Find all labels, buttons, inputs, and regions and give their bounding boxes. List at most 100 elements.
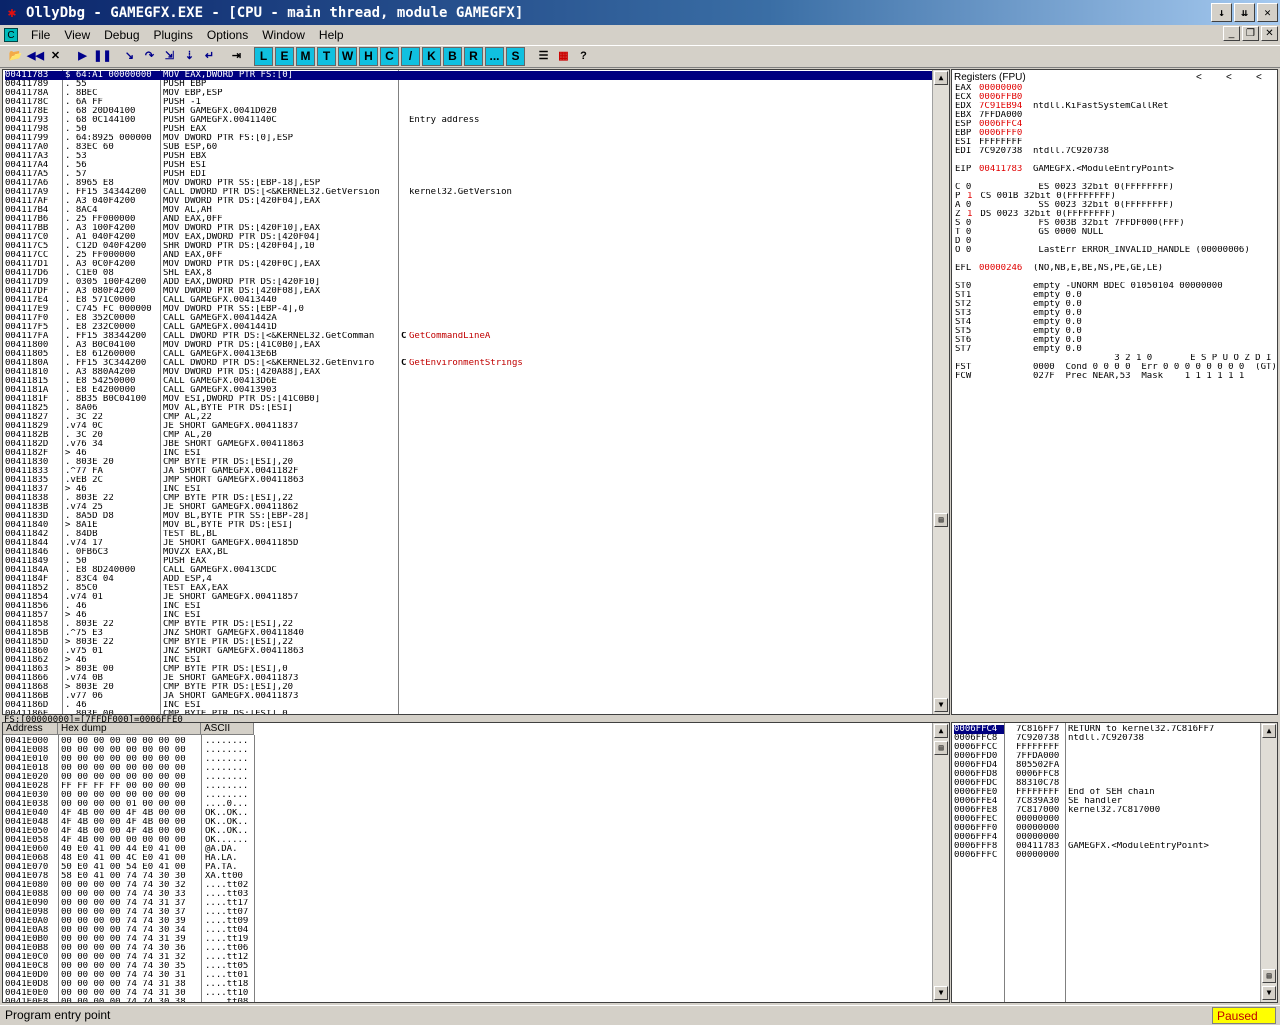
disasm-row[interactable]: 004117BB . A3 100F4200 MOV DWORD PTR DS:[4… <box>5 224 933 233</box>
cpu-window-button[interactable]: C <box>380 47 399 66</box>
call-stack-window-button[interactable]: K <box>422 47 441 66</box>
stack-row[interactable]: 0006FFF0 00000000 <box>954 824 1259 833</box>
stack-row[interactable]: 0006FFD0 7FFDA000 <box>954 752 1259 761</box>
disasm-row[interactable]: 0041183B .v74 25 JE SHORT GAMEGFX.00411862 <box>5 503 933 512</box>
dump-row[interactable]: 0041E0B8 00 00 00 00 74 74 30 36 ....tt06 <box>5 944 930 953</box>
disasm-row[interactable]: 004117A0 . 83EC 60 SUB ESP,60 <box>5 143 933 152</box>
disasm-row[interactable]: 0041181A . E8 E4200000 CALL GAMEGFX.004139… <box>5 386 933 395</box>
dump-row[interactable]: 0041E088 00 00 00 00 74 74 30 33 ....tt03 <box>5 890 930 899</box>
scroll-down-icon[interactable]: ▼ <box>934 698 948 712</box>
disasm-row[interactable]: 00411783 $ 64:A1 00000000 MOV EAX,DWORD PT… <box>5 71 933 80</box>
dump-row[interactable]: 0041E078 58 E0 41 00 74 74 30 30 XA.tt00 <box>5 872 930 881</box>
execute-till-return-icon[interactable]: ↵ <box>200 47 219 66</box>
help-icon[interactable]: ? <box>574 47 593 66</box>
disasm-row[interactable]: 00411858 . 803E 22 CMP BYTE PTR DS:[ESI],2… <box>5 620 933 629</box>
disasm-row[interactable]: 0041178E . 68 20D04100 PUSH GAMEGFX.0041D0… <box>5 107 933 116</box>
disassembly-scrollbar[interactable]: ▲ ▤ ▼ <box>932 70 949 714</box>
register-row[interactable]: ESP 0006FFC4 <box>955 120 1275 129</box>
disasm-row[interactable]: 00411866 .v74 0B JE SHORT GAMEGFX.00411873 <box>5 674 933 683</box>
disasm-row[interactable]: 004117A9 . FF15 34344200 CALL DWORD PTR DS… <box>5 188 933 197</box>
mdi-minimize-button[interactable]: _ <box>1223 26 1240 41</box>
disasm-row[interactable]: 004117A5 . 57 PUSH EDI <box>5 170 933 179</box>
stack-row[interactable]: 0006FFFC 00000000 <box>954 851 1259 860</box>
disasm-row[interactable]: 004117D1 . A3 0C0F4200 MOV DWORD PTR DS:[4… <box>5 260 933 269</box>
disasm-row[interactable]: 0041180A . FF15 3C344200 CALL DWORD PTR DS… <box>5 359 933 368</box>
stack-row[interactable]: 0006FFD4 805502FA <box>954 761 1259 770</box>
disasm-row[interactable]: 00411789 . 55 PUSH EBP <box>5 80 933 89</box>
disasm-row[interactable]: 004117DF . A3 080F4200 MOV DWORD PTR DS:[4… <box>5 287 933 296</box>
dump-row[interactable]: 0041E018 00 00 00 00 00 00 00 00........ <box>5 764 930 773</box>
disasm-row[interactable]: 00411805 . E8 61260000 CALL GAMEGFX.00413E… <box>5 350 933 359</box>
run-icon[interactable]: ▶ <box>73 47 92 66</box>
dump-row[interactable]: 0041E098 00 00 00 00 74 74 30 37 ....tt07 <box>5 908 930 917</box>
reg-nav-prev-3[interactable]: < <box>1256 72 1262 83</box>
disasm-row[interactable]: 00411840 > 8A1E MOV BL,BYTE PTR DS:[ESI] <box>5 521 933 530</box>
disassembly-pane[interactable]: 00411783 $ 64:A1 00000000 MOV EAX,DWORD PT… <box>2 69 950 715</box>
disasm-row[interactable]: 004117E9 . C745 FC 000000 MOV DWORD PTR SS… <box>5 305 933 314</box>
dump-row[interactable]: 0041E038 00 00 00 00 01 00 00 00 ....0... <box>5 800 930 809</box>
dump-row[interactable]: 0041E070 50 E0 41 00 54 E0 41 00 PA.TA. <box>5 863 930 872</box>
trace-over-icon[interactable]: ⇣ <box>180 47 199 66</box>
stack-row[interactable]: 0006FFC8 7C920738 ntdll.7C920738 <box>954 734 1259 743</box>
stack-row[interactable]: 0006FFE8 7C817000 kernel32.7C817000 <box>954 806 1259 815</box>
dump-row[interactable]: 0041E0A8 00 00 00 00 74 74 30 34 ....tt04 <box>5 926 930 935</box>
disasm-row[interactable]: 00411862 > 46 INC ESI <box>5 656 933 665</box>
disasm-row[interactable]: 00411800 . A3 B0C04100 MOV DWORD PTR DS:[4… <box>5 341 933 350</box>
dump-row[interactable]: 0041E0D0 00 00 00 00 74 74 30 31 ....tt01 <box>5 971 930 980</box>
register-row[interactable]: Z1 DS 0023 32bit 0(FFFFFFFF) <box>955 210 1275 219</box>
dump-row[interactable]: 0041E0E0 00 00 00 00 74 74 31 30 ....tt10 <box>5 989 930 998</box>
disasm-row[interactable]: 00411842 . 84DB TEST BL,BL <box>5 530 933 539</box>
disasm-row[interactable]: 00411854 .v74 01 JE SHORT GAMEGFX.00411857 <box>5 593 933 602</box>
disasm-row[interactable]: 004117B6 . 25 FF000000 AND EAX,0FF <box>5 215 933 224</box>
restart-icon[interactable]: ◀◀ <box>26 47 45 66</box>
dump-row[interactable]: 0041E000 00 00 00 00 00 00 00 00........ <box>5 737 930 746</box>
disasm-row[interactable]: 0041184A . E8 8D240000 CALL GAMEGFX.00413C… <box>5 566 933 575</box>
dump-row[interactable]: 0041E0C0 00 00 00 00 74 74 31 32 ....tt12 <box>5 953 930 962</box>
disasm-row[interactable]: 00411860 .v75 01 JNZ SHORT GAMEGFX.0041186… <box>5 647 933 656</box>
disasm-row[interactable]: 00411838 . 803E 22 CMP BYTE PTR DS:[ESI],2… <box>5 494 933 503</box>
mdi-close-button[interactable]: ✕ <box>1261 26 1278 41</box>
source-window-button[interactable]: S <box>506 47 525 66</box>
cpu-window-icon[interactable]: C <box>4 27 18 42</box>
breakpoints-window-button[interactable]: B <box>443 47 462 66</box>
stack-scrollbar[interactable]: ▲ ▤ ▼ <box>1260 723 1277 1002</box>
register-row[interactable]: FCW 027F Prec NEAR,53 Mask 1 1 1 1 1 1 <box>955 372 1275 381</box>
dump-row[interactable]: 0041E0A0 00 00 00 00 74 74 30 39 ....tt09 <box>5 917 930 926</box>
menu-view[interactable]: View <box>57 28 97 42</box>
dump-header-ascii[interactable]: ASCII <box>201 723 254 735</box>
menu-file[interactable]: File <box>24 28 57 42</box>
register-row[interactable]: FST 0000 Cond 0 0 0 0 Err 0 0 0 0 0 0 0 0… <box>955 363 1277 372</box>
disasm-row[interactable]: 0041181F . 8B35 B0C04100 MOV ESI,DWORD PTR… <box>5 395 933 404</box>
register-row[interactable]: EDX 7C91EB94 ntdll.KiFastSystemCallRet <box>955 102 1275 111</box>
menu-help[interactable]: Help <box>312 28 351 42</box>
disasm-row[interactable]: 004117A6 . 8965 E8 MOV DWORD PTR SS:[EBP-1… <box>5 179 933 188</box>
dump-scroll-down-icon[interactable]: ▼ <box>934 986 948 1000</box>
register-row[interactable]: D 0 <box>955 237 1275 246</box>
threads-window-button[interactable]: T <box>317 47 336 66</box>
disasm-row[interactable]: 00411825 . 8A06 MOV AL,BYTE PTR DS:[ESI] <box>5 404 933 413</box>
disasm-row[interactable]: 00411793 . 68 0C144100 PUSH GAMEGFX.004114… <box>5 116 933 125</box>
step-into-icon[interactable]: ↘ <box>120 47 139 66</box>
dump-scroll-up-icon[interactable]: ▲ <box>934 724 948 738</box>
dump-row[interactable]: 0041E030 00 00 00 00 00 00 00 00........ <box>5 791 930 800</box>
memory-window-button[interactable]: M <box>296 47 315 66</box>
dump-scroll-thumb[interactable]: ▤ <box>934 741 948 755</box>
disasm-row[interactable]: 004117CC . 25 FF000000 AND EAX,0FF <box>5 251 933 260</box>
menu-debug[interactable]: Debug <box>97 28 146 42</box>
dump-row[interactable]: 0041E020 00 00 00 00 00 00 00 00........ <box>5 773 930 782</box>
disasm-row[interactable]: 0041184F . 83C4 04 ADD ESP,4 <box>5 575 933 584</box>
open-icon[interactable]: 📂 <box>6 47 25 66</box>
disasm-row[interactable]: 00411810 . A3 880A4200 MOV DWORD PTR DS:[4… <box>5 368 933 377</box>
register-row[interactable]: ST5 empty 0.0 <box>955 327 1275 336</box>
disasm-row[interactable]: 00411849 . 50 PUSH EAX <box>5 557 933 566</box>
stack-row[interactable]: 0006FFF4 00000000 <box>954 833 1259 842</box>
list-icon[interactable]: ☰ <box>534 47 553 66</box>
disasm-row[interactable]: 00411830 . 803E 20 CMP BYTE PTR DS:[ESI],2… <box>5 458 933 467</box>
register-row[interactable]: A 0 SS 0023 32bit 0(FFFFFFFF) <box>955 201 1275 210</box>
disasm-row[interactable]: 0041183D . 8A5D D8 MOV BL,BYTE PTR SS:[EBP… <box>5 512 933 521</box>
dump-scrollbar[interactable]: ▲ ▤ ▼ <box>932 723 949 1002</box>
register-row[interactable]: ECX 0006FFB0 <box>955 93 1275 102</box>
disasm-row[interactable]: 0041178A . 8BEC MOV EBP,ESP <box>5 89 933 98</box>
disasm-row[interactable]: 0041182B . 3C 20 CMP AL,20 <box>5 431 933 440</box>
dump-row[interactable]: 0041E010 00 00 00 00 00 00 00 00........ <box>5 755 930 764</box>
